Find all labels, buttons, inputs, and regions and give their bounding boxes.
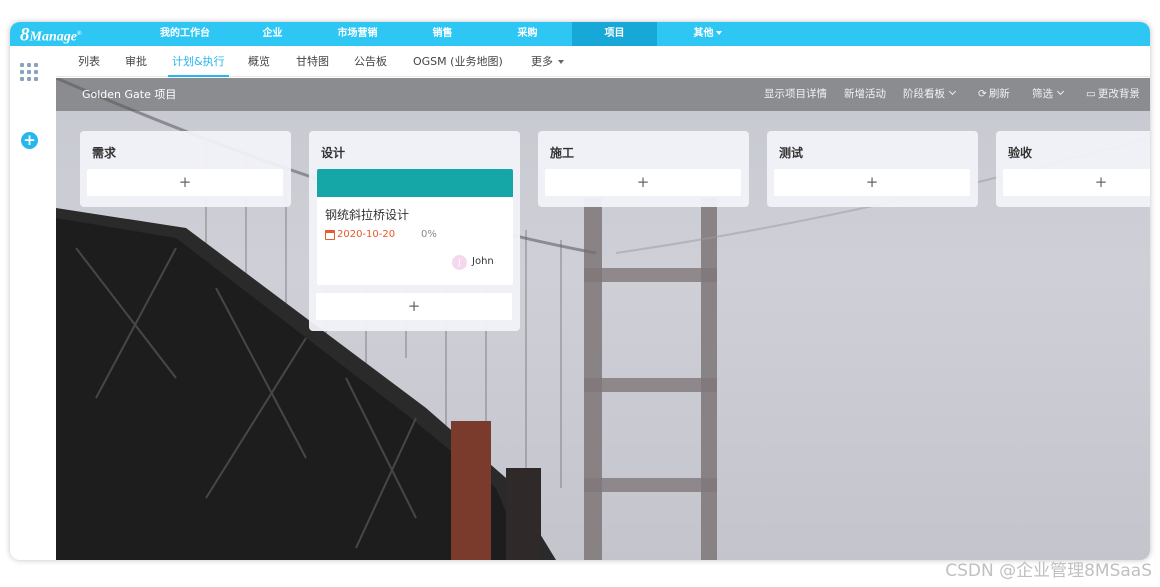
logo[interactable]: 8Manage® <box>20 24 81 45</box>
sidebar: + <box>10 46 56 560</box>
watermark: CSDN @企业管理8MSaaS <box>945 561 1152 581</box>
column-title: 测试 <box>779 146 804 160</box>
column-requirements: 需求 + <box>80 131 291 207</box>
card-due-date: 2020-10-20 <box>337 229 396 240</box>
add-card-button[interactable]: + <box>774 169 970 196</box>
nav-other-label: 其他 <box>693 28 714 39</box>
tab-bulletin[interactable]: 公告板 <box>354 46 387 77</box>
background-icon: ▭ <box>1086 88 1096 100</box>
avatar: J <box>452 255 467 270</box>
refresh-icon: ⟳ <box>978 88 987 100</box>
column-design: 设计 钢统斜拉桥设计 2020-10-20 0% J John + <box>309 131 520 331</box>
column-construction: 施工 + <box>538 131 749 207</box>
add-card-button[interactable]: + <box>87 169 283 196</box>
tab-gantt[interactable]: 甘特图 <box>296 46 329 77</box>
card-progress: 0% <box>421 229 437 240</box>
nav-sales[interactable]: 销售 <box>410 22 475 46</box>
chevron-down-icon <box>558 60 564 64</box>
tab-list[interactable]: 列表 <box>78 46 100 77</box>
task-card[interactable]: 钢统斜拉桥设计 2020-10-20 0% J John <box>317 169 513 285</box>
column-acceptance: 验收 + <box>996 131 1150 207</box>
new-activity-button[interactable]: 新增活动 <box>844 78 886 111</box>
change-background-button[interactable]: ▭ 更改背景 <box>1086 78 1140 111</box>
show-details-button[interactable]: 显示项目详情 <box>764 78 827 111</box>
filter-dropdown[interactable]: 筛选 <box>1032 78 1065 111</box>
card-assignee: John <box>472 256 494 267</box>
add-card-button[interactable]: + <box>545 169 741 196</box>
column-title: 施工 <box>550 146 575 160</box>
stage-board-label: 阶段看板 <box>903 88 945 100</box>
card-title: 钢统斜拉桥设计 <box>325 208 410 222</box>
column-title: 需求 <box>92 146 117 160</box>
tab-approval[interactable]: 审批 <box>125 46 147 77</box>
top-nav: 8Manage® 我的工作台 企业 市场营销 销售 采购 项目 其他 <box>10 22 1150 46</box>
tab-overview[interactable]: 概览 <box>248 46 270 77</box>
project-title: Golden Gate 项目 <box>82 88 177 101</box>
add-card-button[interactable]: + <box>316 293 512 320</box>
project-bar: Golden Gate 项目 显示项目详情 新增活动 阶段看板 ⟳ 刷新 筛选 ▭… <box>56 78 1150 111</box>
plus-circle-icon[interactable]: + <box>21 132 38 149</box>
stage-board-dropdown[interactable]: 阶段看板 <box>903 78 957 111</box>
add-card-button[interactable]: + <box>1003 169 1150 196</box>
grid-icon[interactable] <box>20 63 38 81</box>
column-testing: 测试 + <box>767 131 978 207</box>
calendar-icon <box>325 230 335 240</box>
filter-label: 筛选 <box>1032 88 1053 100</box>
nav-workbench[interactable]: 我的工作台 <box>150 22 220 46</box>
card-color-header <box>317 169 513 197</box>
chevron-down-icon <box>948 87 957 96</box>
app-window: 8Manage® 我的工作台 企业 市场营销 销售 采购 项目 其他 + 列表 … <box>10 22 1150 560</box>
sub-nav: 列表 审批 计划&执行 概览 甘特图 公告板 OGSM (业务地图) 更多 <box>56 46 1150 77</box>
nav-project[interactable]: 项目 <box>572 22 657 46</box>
chevron-down-icon <box>1056 87 1065 96</box>
nav-other[interactable]: 其他 <box>670 22 745 46</box>
nav-marketing[interactable]: 市场营销 <box>325 22 390 46</box>
column-title: 验收 <box>1008 146 1033 160</box>
tab-plan-execution[interactable]: 计划&执行 <box>168 46 229 77</box>
tab-more-label: 更多 <box>531 55 553 68</box>
column-title: 设计 <box>321 146 346 160</box>
nav-enterprise[interactable]: 企业 <box>240 22 305 46</box>
board-canvas: Golden Gate 项目 显示项目详情 新增活动 阶段看板 ⟳ 刷新 筛选 ▭… <box>56 78 1150 560</box>
chevron-down-icon <box>715 31 722 35</box>
nav-purchase[interactable]: 采购 <box>495 22 560 46</box>
change-background-label: 更改背景 <box>1097 88 1140 100</box>
refresh-label: 刷新 <box>988 88 1010 100</box>
tab-more[interactable]: 更多 <box>531 46 564 77</box>
tab-ogsm[interactable]: OGSM (业务地图) <box>413 46 503 77</box>
refresh-button[interactable]: ⟳ 刷新 <box>978 78 1010 111</box>
